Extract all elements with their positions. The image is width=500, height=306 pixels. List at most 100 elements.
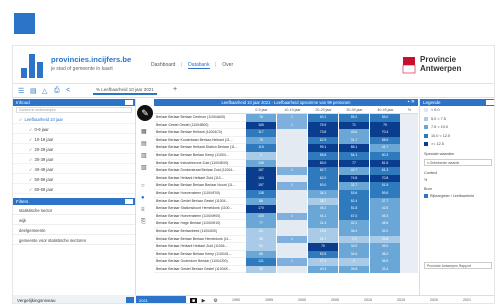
table-cell[interactable]: 138 — [246, 189, 277, 198]
table-cell[interactable] — [277, 197, 308, 206]
column-header[interactable]: 20-29 jaar — [308, 108, 339, 112]
table-cell[interactable]: 62.9 — [308, 136, 339, 145]
table-cell[interactable]: 19.5 — [308, 227, 339, 236]
table-cell[interactable]: 39.8 — [339, 265, 370, 274]
source-checkbox[interactable]: Rijksregister / Leefbaarheid — [420, 192, 494, 200]
line-chart-icon[interactable]: ▧ — [141, 165, 148, 171]
logo-title[interactable]: provincies.incijfers.be — [51, 55, 131, 64]
logo-icon[interactable] — [21, 54, 47, 78]
table-row[interactable]: Berlaar Berlaar Donkerstraat Berlaar Zui… — [154, 167, 418, 175]
timeline-year[interactable]: 2015 — [397, 298, 405, 302]
close-icon[interactable]: ▪ ✕ — [408, 99, 415, 106]
table-cell[interactable]: 33.9 — [339, 243, 370, 251]
legend-item[interactable]: 7.5 < 10.0 — [420, 123, 494, 132]
table-cell[interactable]: 70.4 — [370, 129, 401, 137]
share-icon[interactable]: < — [66, 87, 70, 94]
table-cell[interactable] — [277, 144, 308, 152]
collapse-icon[interactable] — [125, 199, 133, 204]
table-cell[interactable]: 61.3 — [370, 167, 401, 175]
collapse-icon[interactable] — [125, 100, 133, 105]
table-cell[interactable]: 53.6 — [339, 189, 370, 198]
table-cell[interactable]: 197 — [246, 182, 277, 190]
table-cell[interactable]: 34.1 — [308, 189, 339, 198]
nav-databank[interactable]: Databank — [188, 62, 210, 69]
info-icon[interactable]: ○ — [141, 183, 148, 189]
legend-item[interactable]: < 5.0 — [420, 106, 494, 115]
table-cell[interactable]: 79 — [370, 121, 401, 130]
table-row[interactable]: Berlaar Berlaar Heikant Heikant Zuid (11… — [154, 174, 418, 183]
table-cell[interactable]: 28.7 — [308, 197, 339, 206]
table-cell[interactable] — [277, 174, 308, 183]
table-cell[interactable]: 36.4 — [339, 227, 370, 236]
indicator-item[interactable]: ✓ 0-9 jaar — [13, 124, 135, 134]
legend-item[interactable]: 10.0 < 12.5 — [420, 132, 494, 141]
table-cell[interactable]: 164 — [246, 174, 277, 183]
chart-icon[interactable]: △ — [42, 87, 47, 95]
table-row[interactable]: Berlaar Berlaar Ouderdom Berlaar (11004J… — [154, 258, 418, 266]
table-cell[interactable]: 85.1 — [339, 144, 370, 152]
column-header[interactable]: 30-39 jaar — [339, 108, 370, 112]
export-icon[interactable]: ⎘ — [141, 219, 148, 225]
print-icon[interactable]: ⎙ — [54, 87, 60, 95]
table-cell[interactable]: 58 — [246, 265, 277, 274]
table-cell[interactable]: 42.1 — [339, 220, 370, 228]
table-cell[interactable]: 41.7 — [370, 144, 401, 152]
table-cell[interactable]: 121 — [246, 258, 277, 266]
table-row[interactable]: Berlaar Berlaar Stationsbuurt Hemeldonk … — [154, 205, 418, 213]
filter-item[interactable]: gemeente voor statistische sectoren — [13, 235, 135, 245]
table-row[interactable]: Berlaar Berlaar Berlaar Heikant (11004C0… — [154, 129, 418, 137]
column-header[interactable]: 40-49 jaar — [370, 108, 401, 112]
table-cell[interactable]: 45.3 — [370, 212, 401, 221]
timeline-year[interactable]: 2021 — [463, 298, 471, 302]
table-cell[interactable]: 1 — [277, 258, 308, 266]
table-cell[interactable]: 1 — [277, 114, 308, 122]
table-cell[interactable]: 36.9 — [370, 258, 401, 266]
pencil-icon[interactable]: ✎ — [137, 105, 153, 121]
table-row[interactable]: Berlaar Berlaar Berlaarbeek (11004I00) 63… — [154, 227, 418, 236]
table-cell[interactable]: 27.4 — [308, 258, 339, 266]
table-cell[interactable]: 37.7 — [370, 197, 401, 206]
add-tab-button[interactable]: + — [173, 86, 177, 93]
table-cell[interactable]: 99.1 — [308, 144, 339, 152]
timeline-year[interactable]: 1990 — [232, 298, 240, 302]
table-cell[interactable]: 83.0 — [308, 159, 339, 168]
bar-chart-icon[interactable]: ▥ — [141, 153, 148, 159]
table-cell[interactable] — [277, 220, 308, 228]
table-cell[interactable]: 74.8 — [339, 174, 370, 183]
table-cell[interactable]: 51.5 — [370, 182, 401, 190]
table-cell[interactable]: 29.6 — [370, 235, 401, 244]
table-cell[interactable]: 41.1 — [308, 212, 339, 221]
table-cell[interactable] — [277, 243, 308, 251]
table-cell[interactable] — [277, 265, 308, 274]
table-cell[interactable]: 115 — [246, 144, 277, 152]
table-cell[interactable]: 45.9 — [370, 243, 401, 251]
column-header[interactable]: % — [401, 108, 418, 112]
table-cell[interactable]: 31.7 — [339, 136, 370, 145]
table-cell[interactable]: 62.0 — [308, 174, 339, 183]
table-cell[interactable]: 77 — [246, 220, 277, 228]
filter-item[interactable]: statistische sector — [13, 205, 135, 215]
nav-dashboard[interactable]: Dashboard — [151, 62, 175, 68]
table-cell[interactable] — [277, 136, 308, 145]
table-cell[interactable]: 45.2 — [308, 205, 339, 213]
table-cell[interactable]: 7.0 — [339, 235, 370, 244]
filter-item[interactable]: deelgemeente — [13, 225, 135, 235]
table-cell[interactable]: 24.7 — [308, 235, 339, 244]
table-row[interactable]: Berlaar Berlaar Gestel Berlaar Gestel (1… — [154, 265, 418, 274]
table-cell[interactable] — [277, 189, 308, 198]
table-cell[interactable]: 62.7 — [308, 167, 339, 175]
special-values-select[interactable]: x Onbekende waarde — [424, 158, 492, 166]
table-cell[interactable]: 71 — [339, 121, 370, 130]
indicator-item[interactable]: ✓ 30-39 jaar — [13, 154, 135, 164]
table-row[interactable]: Berlaar Berlaar Berlaar Berlaar Berlaar … — [154, 182, 418, 190]
table-row[interactable]: Berlaar Berlaar Industriezone Zuid (1100… — [154, 159, 418, 168]
settings-gear-icon[interactable]: ⚙ — [212, 298, 219, 303]
table-cell[interactable]: 1 — [277, 235, 308, 244]
table-row[interactable]: Berlaar Berlaar Heikant Heikant Zuid (11… — [154, 243, 418, 251]
table-cell[interactable]: 42.6 — [370, 205, 401, 213]
table-cell[interactable]: 51 — [246, 243, 277, 251]
table-cell[interactable]: 1 — [277, 212, 308, 221]
column-header[interactable]: 0-9 jaar — [246, 108, 277, 112]
table-cell[interactable]: 108 — [246, 159, 277, 168]
table-cell[interactable]: 55.8 — [308, 151, 339, 160]
